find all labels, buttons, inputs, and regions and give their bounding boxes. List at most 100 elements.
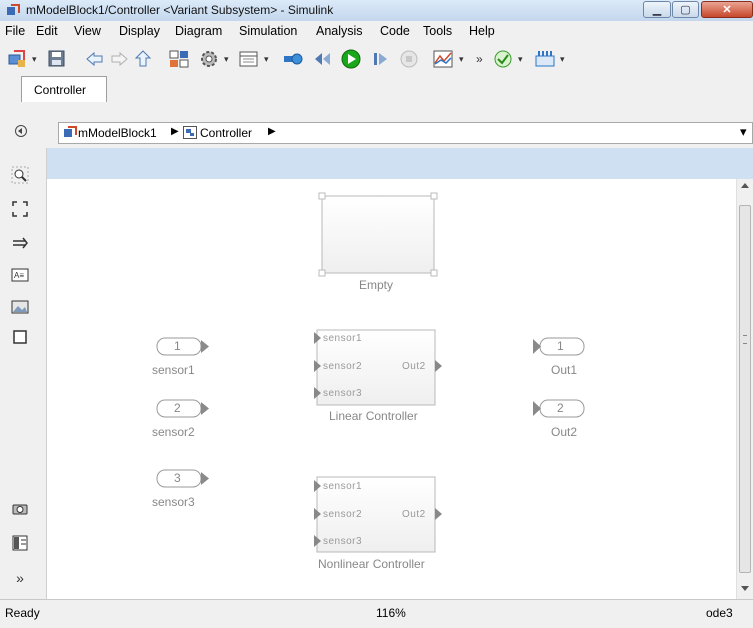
tab-controller[interactable]: Controller xyxy=(21,76,107,102)
minimize-button[interactable]: ▁ xyxy=(643,1,671,18)
menu-view[interactable]: View xyxy=(74,24,101,38)
maximize-button[interactable]: ▢ xyxy=(672,1,699,18)
inport-1-number: 1 xyxy=(174,339,181,353)
build-icon xyxy=(535,51,555,67)
inport-2-number: 2 xyxy=(174,401,181,415)
vertical-scrollbar[interactable] xyxy=(736,179,753,599)
linear-port-in3: sensor3 xyxy=(323,388,363,399)
tool-palette: A≡ » xyxy=(0,148,47,599)
zoom-level: 116% xyxy=(376,606,406,620)
menu-file[interactable]: File xyxy=(5,24,25,38)
breadcrumb-root-link[interactable]: mModelBlock1 xyxy=(78,126,157,140)
scroll-thumb[interactable] xyxy=(739,205,751,573)
new-dropdown-chevron-down-icon[interactable]: ▾ xyxy=(32,54,37,65)
model-explorer-icon xyxy=(239,51,258,67)
breadcrumb-current-link[interactable]: Controller xyxy=(200,126,252,140)
scroll-down-arrow-icon[interactable] xyxy=(741,586,749,591)
screenshot-button[interactable] xyxy=(10,500,30,520)
outport-1-label: Out1 xyxy=(551,363,578,377)
maximize-icon: ▢ xyxy=(680,4,691,16)
fit-to-view-icon xyxy=(12,201,28,217)
hide-explorer-button[interactable] xyxy=(14,124,34,140)
toolbar-overflow-icon[interactable]: » xyxy=(476,52,483,66)
breadcrumb-dropdown-chevron-down-icon[interactable]: ▾ xyxy=(740,124,747,140)
menu-analysis[interactable]: Analysis xyxy=(316,24,363,38)
square-icon xyxy=(13,330,27,344)
library-browser-button[interactable] xyxy=(168,49,190,69)
minimize-icon: ▁ xyxy=(652,4,662,16)
diagram-svg xyxy=(156,192,585,553)
library-browser-icon xyxy=(169,50,189,68)
fit-to-view-button[interactable] xyxy=(10,200,30,220)
new-model-icon xyxy=(8,50,25,67)
nonlinear-controller-label: Nonlinear Controller xyxy=(318,557,425,571)
breadcrumb-end-icon[interactable]: ▶ xyxy=(268,126,276,137)
save-icon xyxy=(48,50,65,67)
tab-bar: Controller xyxy=(0,76,753,103)
step-back-button[interactable] xyxy=(312,49,334,69)
back-button[interactable] xyxy=(84,49,106,69)
status-text: Ready xyxy=(5,606,40,620)
config-dropdown-chevron-down-icon[interactable]: ▾ xyxy=(224,54,229,65)
scope-button[interactable] xyxy=(432,49,454,69)
inport-2-block xyxy=(156,399,209,418)
outport-2-number: 2 xyxy=(557,401,564,415)
port-arrow xyxy=(435,508,442,520)
empty-subsystem-block xyxy=(321,195,435,274)
model-advisor-button[interactable] xyxy=(492,49,514,69)
diagram-canvas[interactable]: Empty 1 sensor1 2 sensor2 3 sensor3 1 Ou… xyxy=(47,179,736,599)
forward-button[interactable] xyxy=(108,49,130,69)
inport-3-block xyxy=(156,469,209,488)
save-button[interactable] xyxy=(46,49,68,69)
close-window-button[interactable]: ✕ xyxy=(701,1,753,18)
menu-diagram[interactable]: Diagram xyxy=(175,24,222,38)
hide-show-arrows-button[interactable] xyxy=(10,234,30,254)
property-inspector-button[interactable] xyxy=(10,534,30,554)
subsystem-icon xyxy=(183,126,197,139)
outport-2-label: Out2 xyxy=(551,425,578,439)
advisor-dropdown-chevron-down-icon[interactable]: ▾ xyxy=(518,54,523,65)
scope-icon xyxy=(433,50,453,68)
nonlinear-port-in3: sensor3 xyxy=(323,536,363,547)
arrow-left-icon xyxy=(86,51,103,67)
new-model-button[interactable] xyxy=(6,49,28,69)
zoom-icon xyxy=(11,166,29,184)
menu-help[interactable]: Help xyxy=(469,24,495,38)
explorer-dropdown-chevron-down-icon[interactable]: ▾ xyxy=(264,54,269,65)
scroll-up-arrow-icon[interactable] xyxy=(741,183,749,188)
menu-code[interactable]: Code xyxy=(380,24,410,38)
run-button[interactable] xyxy=(340,49,362,69)
selection-handle xyxy=(430,269,438,277)
build-button[interactable] xyxy=(534,49,556,69)
inport-3-number: 3 xyxy=(174,471,181,485)
signal-logging-button[interactable] xyxy=(282,49,304,69)
menu-display[interactable]: Display xyxy=(119,24,160,38)
inport-1-block xyxy=(156,337,209,356)
empty-block-label: Empty xyxy=(359,278,394,292)
menu-edit[interactable]: Edit xyxy=(36,24,58,38)
image-button[interactable] xyxy=(10,298,30,318)
breadcrumb-separator-icon[interactable]: ▶ xyxy=(171,126,179,137)
menu-tools[interactable]: Tools xyxy=(423,24,452,38)
port-arrow xyxy=(435,360,442,372)
model-config-button[interactable] xyxy=(198,49,220,69)
zoom-button[interactable] xyxy=(10,166,30,186)
up-button[interactable] xyxy=(132,49,154,69)
menu-bar: File Edit View Display Diagram Simulatio… xyxy=(0,21,753,43)
window-title: mModelBlock1/Controller <Variant Subsyst… xyxy=(26,3,334,17)
scope-dropdown-chevron-down-icon[interactable]: ▾ xyxy=(459,54,464,65)
linear-port-in1: sensor1 xyxy=(323,333,363,344)
model-explorer-button[interactable] xyxy=(238,49,260,69)
status-bar: Ready 116% ode3 xyxy=(0,599,753,628)
palette-more-icon[interactable]: » xyxy=(10,568,30,588)
annotation-button[interactable]: A≡ xyxy=(10,266,30,286)
linear-port-in2: sensor2 xyxy=(323,361,363,372)
menu-simulation[interactable]: Simulation xyxy=(239,24,297,38)
stop-button[interactable] xyxy=(398,49,420,69)
inport-2-label: sensor2 xyxy=(152,425,195,439)
area-button[interactable] xyxy=(10,328,30,348)
selection-handle xyxy=(318,269,326,277)
build-dropdown-chevron-down-icon[interactable]: ▾ xyxy=(560,54,565,65)
breadcrumb: mModelBlock1 ▶ Controller ▶ ▾ xyxy=(58,122,753,144)
step-forward-button[interactable] xyxy=(370,49,392,69)
